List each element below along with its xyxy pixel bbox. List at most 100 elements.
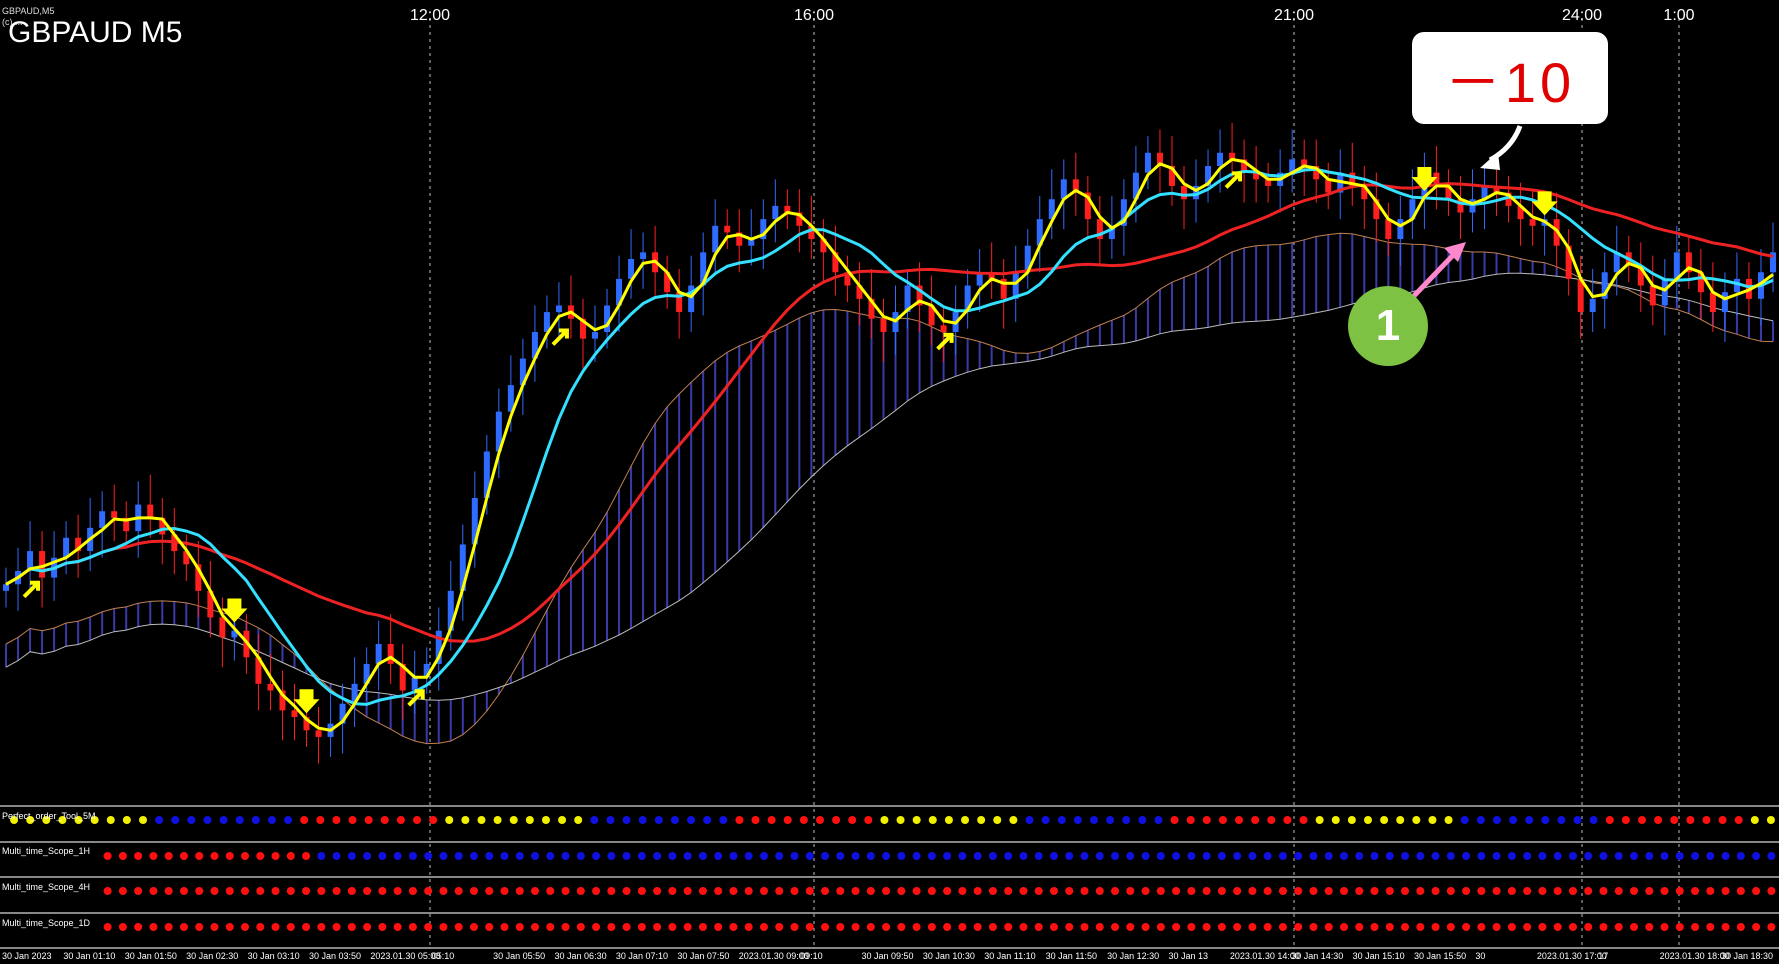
panel-dot-0-21 (348, 816, 357, 824)
panel-dot-0-87 (1412, 816, 1421, 824)
candle-21 (255, 634, 262, 711)
panel-dot-2-35 (637, 887, 646, 895)
panel-dot-3-86 (1416, 923, 1425, 931)
panel-dot-1-36 (653, 852, 662, 860)
panel-dot-1-73 (1217, 852, 1226, 860)
panel-dot-1-82 (1355, 852, 1364, 860)
panel-dot-3-1 (118, 923, 127, 931)
bottom-time-label-23: 30 Jan 15:50 (1414, 951, 1466, 961)
panel-dot-3-36 (653, 923, 662, 931)
up-arrow-0 (22, 580, 41, 599)
panel-dot-2-73 (1217, 887, 1226, 895)
panel-dot-3-2 (134, 923, 143, 931)
panel-dot-1-34 (622, 852, 631, 860)
price-chart[interactable]: 12:00 16:00 21:00 24:00 1:00 30 Jan 2023 30 Ja… (0, 0, 1779, 964)
panel-dot-0-29 (477, 816, 486, 824)
panel-dot-1-10 (256, 852, 265, 860)
panel-dot-3-104 (1691, 923, 1700, 931)
panel-dot-3-100 (1629, 923, 1638, 931)
panel-dot-0-82 (1331, 816, 1340, 824)
panel-dot-1-52 (897, 852, 906, 860)
panel-dot-1-76 (1263, 852, 1272, 860)
panel-dot-3-72 (1202, 923, 1211, 931)
panel-dot-0-77 (1251, 816, 1260, 824)
bottom-time-label-27: 2023.01.30 18:00 (1660, 951, 1730, 961)
candle-104 (1253, 146, 1260, 203)
panel-dot-3-75 (1248, 923, 1257, 931)
candle-body-8 (99, 511, 106, 528)
panel-dot-0-36 (590, 816, 599, 824)
bottom-time-label-16: 30 Jan 11:10 (984, 951, 1035, 961)
panel-dot-0-35 (574, 816, 583, 824)
panel-dot-1-21 (424, 852, 433, 860)
panel-dot-1-78 (1294, 852, 1303, 860)
panel-dot-3-44 (775, 923, 784, 931)
panel-dot-1-51 (882, 852, 891, 860)
panel-dot-3-19 (393, 923, 402, 931)
panel-dot-2-29 (546, 887, 555, 895)
panel-dot-1-98 (1599, 852, 1608, 860)
panel-dot-3-74 (1233, 923, 1242, 931)
panel-dot-1-12 (286, 852, 295, 860)
panel-dot-1-109 (1767, 852, 1776, 860)
panel-dot-2-6 (195, 887, 204, 895)
panel-dot-1-108 (1752, 852, 1761, 860)
panel-dot-3-35 (637, 923, 646, 931)
indicator-panels (0, 805, 1779, 949)
panel-dot-3-49 (851, 923, 860, 931)
candle-33 (399, 644, 406, 721)
panel-dot-1-102 (1660, 852, 1669, 860)
candle-142 (1709, 262, 1716, 332)
panel-dot-3-83 (1370, 923, 1379, 931)
panel-dot-3-66 (1111, 923, 1120, 931)
candle-80 (964, 268, 971, 329)
candle-115 (1385, 202, 1392, 256)
panel-dot-0-30 (493, 816, 502, 824)
panel-dot-1-64 (1080, 852, 1089, 860)
candle-body-98 (1180, 185, 1187, 200)
candle-34 (411, 650, 418, 714)
panel-dot-3-82 (1355, 923, 1364, 931)
bottom-time-label-17: 30 Jan 11:50 (1046, 951, 1097, 961)
candle-15 (183, 534, 190, 581)
candle-32 (387, 614, 394, 684)
panel-dot-3-8 (225, 923, 234, 931)
panel-dot-1-84 (1385, 852, 1394, 860)
candle-136 (1637, 242, 1644, 313)
panel-dot-0-24 (396, 816, 405, 824)
panel-dot-3-39 (698, 923, 707, 931)
panel-dot-3-37 (668, 923, 677, 931)
bottom-time-label-24: 30 (1475, 951, 1485, 961)
candle-116 (1397, 195, 1404, 266)
panel-dot-3-5 (179, 923, 188, 931)
panel-dot-2-44 (775, 887, 784, 895)
panel-dot-0-49 (799, 816, 808, 824)
panel-dot-1-16 (347, 852, 356, 860)
candle-56 (676, 268, 683, 339)
panel-dot-3-11 (271, 923, 280, 931)
panel-dot-1-1 (118, 852, 127, 860)
panel-dot-0-94 (1525, 816, 1534, 824)
bottom-time-label-15: 30 Jan 10:30 (923, 951, 975, 961)
panel-dot-3-48 (836, 923, 845, 931)
panel-dot-2-83 (1370, 887, 1379, 895)
panel-dot-3-102 (1660, 923, 1669, 931)
panel-dot-0-71 (1154, 816, 1163, 824)
panel-dot-3-61 (1034, 923, 1043, 931)
candle-body-127 (1529, 219, 1536, 226)
panel-dot-2-4 (164, 887, 173, 895)
candle-body-73 (880, 318, 887, 332)
candle-27 (327, 693, 334, 757)
candle-body-110 (1325, 179, 1332, 193)
panel-dot-2-5 (179, 887, 188, 895)
candle-body-49 (592, 332, 599, 339)
panel-dot-3-109 (1767, 923, 1776, 931)
panel-dot-2-109 (1767, 887, 1776, 895)
panel-dot-3-96 (1568, 923, 1577, 931)
panel-dot-1-100 (1629, 852, 1638, 860)
panel-dot-1-22 (439, 852, 448, 860)
candle-120 (1445, 169, 1452, 216)
panel-dot-1-38 (683, 852, 692, 860)
panel-dot-2-74 (1233, 887, 1242, 895)
panel-dot-3-90 (1477, 923, 1486, 931)
